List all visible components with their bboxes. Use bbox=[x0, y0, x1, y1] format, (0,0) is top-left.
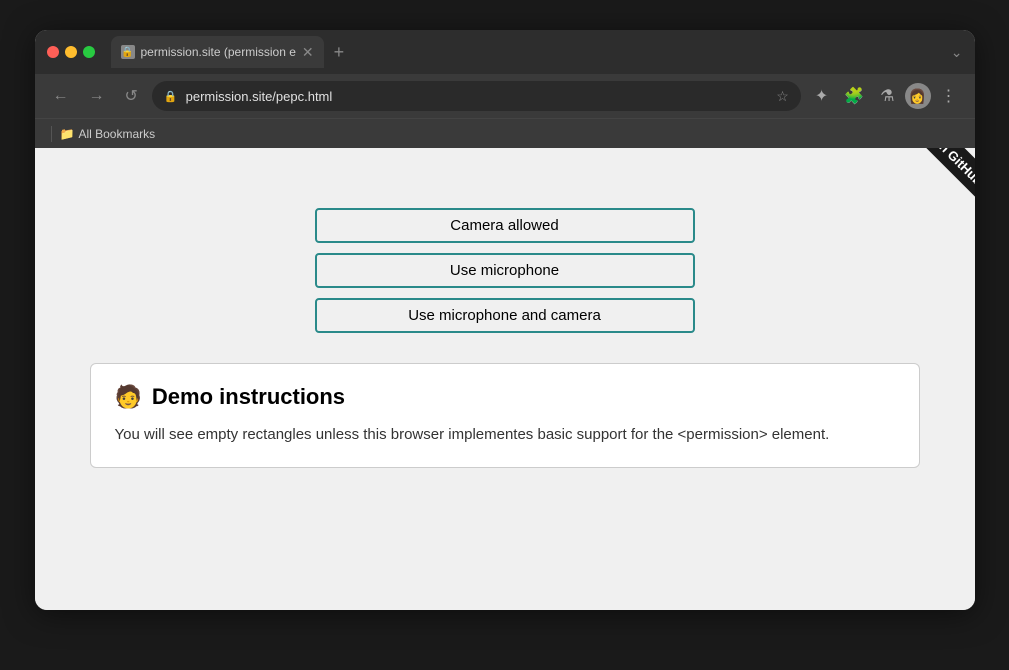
magic-icon[interactable]: ✦ bbox=[809, 82, 834, 110]
tab-expand-icon[interactable]: ⌄ bbox=[951, 44, 963, 61]
demo-title-text: Demo instructions bbox=[152, 384, 345, 410]
extensions-icon[interactable]: 🧩 bbox=[838, 82, 870, 110]
github-ribbon[interactable]: On GitHub bbox=[855, 148, 975, 268]
github-ribbon-label: On GitHub bbox=[905, 148, 974, 212]
url-text: permission.site/pepc.html bbox=[186, 89, 769, 104]
all-bookmarks-label: All Bookmarks bbox=[78, 127, 155, 141]
demo-emoji: 🧑 bbox=[115, 384, 142, 410]
lab-icon[interactable]: ⚗ bbox=[874, 82, 900, 110]
browser-window: 🔒 permission.site (permission e ✕ + ⌄ ← … bbox=[35, 30, 975, 610]
reload-button[interactable]: ↺ bbox=[119, 82, 144, 110]
bookmarks-divider bbox=[51, 126, 52, 142]
bookmarks-bar: 📁 All Bookmarks bbox=[35, 118, 975, 148]
nav-bar: ← → ↺ 🔒 permission.site/pepc.html ☆ ✦ 🧩 … bbox=[35, 74, 975, 118]
address-bar[interactable]: 🔒 permission.site/pepc.html ☆ bbox=[152, 81, 801, 111]
traffic-lights bbox=[47, 46, 95, 58]
back-button[interactable]: ← bbox=[47, 83, 75, 109]
profile-avatar[interactable]: 👩 bbox=[905, 83, 931, 109]
demo-body-text: You will see empty rectangles unless thi… bbox=[115, 424, 895, 447]
camera-allowed-button[interactable]: Camera allowed bbox=[315, 208, 695, 243]
more-menu-icon[interactable]: ⋮ bbox=[935, 82, 963, 110]
maximize-button[interactable] bbox=[83, 46, 95, 58]
minimize-button[interactable] bbox=[65, 46, 77, 58]
nav-actions: ✦ 🧩 ⚗ 👩 ⋮ bbox=[809, 82, 963, 110]
tab-title: permission.site (permission e bbox=[141, 45, 296, 59]
tab-bar: 🔒 permission.site (permission e ✕ + ⌄ bbox=[111, 36, 963, 68]
demo-instructions-box: 🧑 Demo instructions You will see empty r… bbox=[90, 363, 920, 468]
permission-buttons: Camera allowed Use microphone Use microp… bbox=[305, 208, 705, 333]
forward-button[interactable]: → bbox=[83, 83, 111, 109]
lock-icon: 🔒 bbox=[164, 90, 178, 103]
tab-favicon: 🔒 bbox=[121, 45, 135, 59]
folder-icon: 📁 bbox=[60, 127, 75, 141]
page-content: On GitHub Camera allowed Use microphone … bbox=[35, 148, 975, 610]
tab-close-icon[interactable]: ✕ bbox=[302, 44, 314, 61]
new-tab-button[interactable]: + bbox=[328, 42, 351, 63]
close-button[interactable] bbox=[47, 46, 59, 58]
title-bar: 🔒 permission.site (permission e ✕ + ⌄ bbox=[35, 30, 975, 74]
use-microphone-button[interactable]: Use microphone bbox=[315, 253, 695, 288]
bookmark-star-icon[interactable]: ☆ bbox=[776, 88, 789, 105]
all-bookmarks-item[interactable]: 📁 All Bookmarks bbox=[60, 127, 156, 141]
demo-title: 🧑 Demo instructions bbox=[115, 384, 895, 410]
use-microphone-camera-button[interactable]: Use microphone and camera bbox=[315, 298, 695, 333]
active-tab[interactable]: 🔒 permission.site (permission e ✕ bbox=[111, 36, 324, 68]
